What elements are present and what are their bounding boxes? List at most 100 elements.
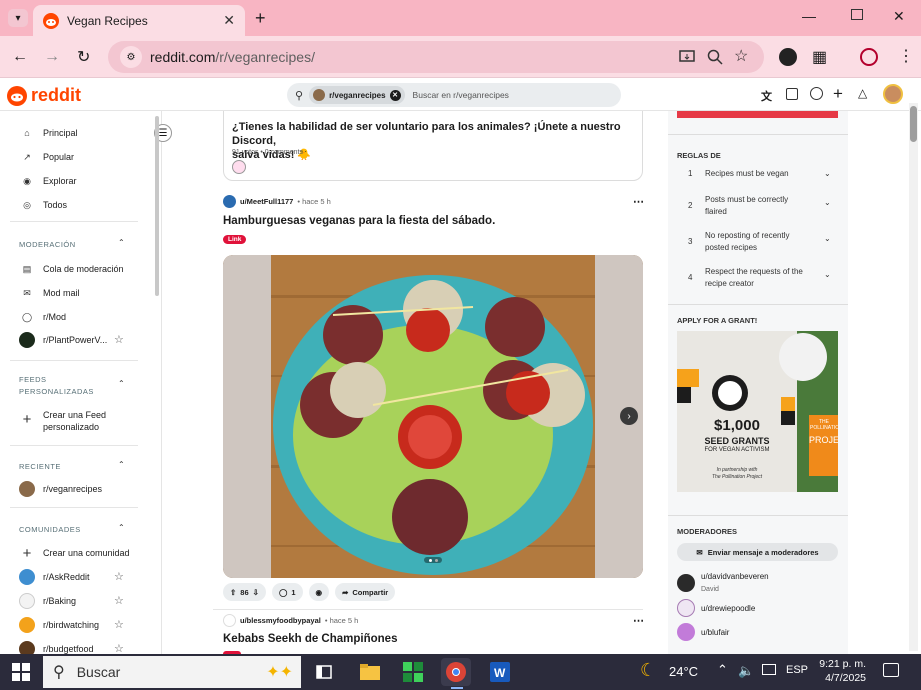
show-hidden-icons-chevron[interactable]: ⌃ xyxy=(717,662,728,678)
close-tab-icon[interactable]: ✕ xyxy=(223,12,235,29)
chevron-up-icon[interactable]: ⌃ xyxy=(118,523,125,532)
weather-temperature[interactable]: 24°C xyxy=(669,664,698,679)
browser-tab[interactable]: Vegan Recipes ✕ xyxy=(33,5,245,36)
rule-item-3[interactable]: 3 No reposting of recently posted recipes ⌄ xyxy=(688,230,838,254)
share-button[interactable]: ➦ Compartir xyxy=(335,583,396,601)
rule-item-1[interactable]: 1 Recipes must be vegan ⌄ xyxy=(688,169,838,178)
mod-tools-icon[interactable] xyxy=(786,88,798,100)
pinned-post-card[interactable]: ¿Tienes la habilidad de ser voluntario p… xyxy=(223,111,643,181)
chevron-down-icon[interactable]: ⌄ xyxy=(824,197,831,209)
extensions-puzzle-icon[interactable]: ▦ xyxy=(812,47,827,67)
post-title[interactable]: Hamburguesas veganas para la fiesta del … xyxy=(223,215,495,227)
sidebar-item-mod-queue[interactable]: ▤ Cola de moderación xyxy=(19,261,124,277)
moderator-item[interactable]: u/drewiepoodle xyxy=(677,599,755,617)
user-avatar[interactable] xyxy=(883,84,903,104)
award-button[interactable]: ◉ xyxy=(308,583,330,601)
store-app-icon[interactable] xyxy=(398,658,428,686)
vote-control[interactable]: ⇧ 86 ⇩ xyxy=(223,583,266,601)
notifications-icon[interactable] xyxy=(883,663,899,677)
post-flair[interactable]: Link xyxy=(223,235,247,244)
chevron-up-icon[interactable]: ⌃ xyxy=(118,460,125,469)
install-app-icon[interactable] xyxy=(678,48,696,66)
word-app-icon[interactable]: W xyxy=(485,658,515,686)
tab-list-button[interactable]: ▾ xyxy=(8,9,28,27)
menu-dots-icon[interactable]: ⋮ xyxy=(898,46,914,66)
chevron-down-icon[interactable]: ⌄ xyxy=(824,233,831,245)
back-arrow-icon[interactable]: ← xyxy=(12,48,28,66)
post-author[interactable]: u/blessmyfoodbypayal xyxy=(240,616,321,625)
favorite-star-icon[interactable]: ☆ xyxy=(114,642,124,654)
bookmark-star-icon[interactable]: ☆ xyxy=(734,46,748,66)
sidebar-item-home[interactable]: ⌂ Principal xyxy=(19,125,77,141)
volume-icon[interactable]: 🔈 xyxy=(738,663,754,679)
post-author[interactable]: u/MeetFull1177 xyxy=(240,197,293,206)
search-input[interactable]: ⚲ r/veganrecipes ✕ Buscar en r/veganreci… xyxy=(287,83,621,107)
post-options-icon[interactable]: ⋯ xyxy=(633,195,644,208)
zoom-icon[interactable] xyxy=(706,48,724,66)
restore-button[interactable] xyxy=(851,9,863,20)
close-window-button[interactable]: ✕ xyxy=(893,8,905,25)
create-community-button[interactable]: + Crear una comunidad xyxy=(19,545,130,562)
notification-bell-icon[interactable]: △ xyxy=(858,86,867,100)
network-icon[interactable] xyxy=(762,664,776,675)
weather-moon-icon[interactable]: ☾ xyxy=(640,660,656,681)
comments-button[interactable]: ◯ 1 xyxy=(271,583,303,601)
create-post-icon[interactable]: + xyxy=(833,84,843,104)
favorite-star-icon[interactable]: ☆ xyxy=(114,618,124,631)
new-tab-button[interactable]: + xyxy=(255,8,266,29)
moderator-item[interactable]: u/blufair xyxy=(677,623,729,641)
sidebar-item-rmod[interactable]: ◯ r/Mod xyxy=(19,309,66,325)
sidebar-item-askreddit[interactable]: r/AskReddit xyxy=(19,569,90,585)
sidebar-scrollbar[interactable] xyxy=(155,116,159,296)
page-scrollbar-track[interactable] xyxy=(909,103,918,651)
forward-arrow-icon[interactable]: → xyxy=(44,48,60,66)
favorite-star-icon[interactable]: ☆ xyxy=(114,570,124,583)
join-banner-button[interactable] xyxy=(677,111,838,118)
address-bar[interactable]: ⚙ reddit.com/r/veganrecipes/ xyxy=(108,41,764,73)
windows-start-icon[interactable] xyxy=(12,663,30,681)
chat-icon[interactable] xyxy=(810,87,823,100)
chevron-up-icon[interactable]: ⌃ xyxy=(118,238,125,247)
reload-icon[interactable]: ↻ xyxy=(77,47,90,67)
reddit-logo[interactable]: reddit xyxy=(7,85,81,106)
site-info-icon[interactable]: ⚙ xyxy=(120,46,142,68)
community-search-chip[interactable]: r/veganrecipes ✕ xyxy=(309,86,405,104)
taskbar-search-input[interactable]: ⚲ Buscar ✦✦ xyxy=(43,656,301,688)
sidebar-item-baking[interactable]: r/Baking xyxy=(19,593,76,609)
moderator-item[interactable]: u/davidvanbeveren David xyxy=(677,570,769,595)
favorite-star-icon[interactable]: ☆ xyxy=(114,333,124,346)
file-explorer-icon[interactable] xyxy=(355,658,385,686)
favorite-star-icon[interactable]: ☆ xyxy=(114,594,124,607)
minimize-button[interactable]: — xyxy=(802,8,816,24)
downvote-icon[interactable]: ⇩ xyxy=(253,588,259,597)
post-options-icon[interactable]: ⋯ xyxy=(633,614,644,627)
post-title[interactable]: Kebabs Seekh de Champiñones xyxy=(223,633,397,645)
sidebar-item-budgetfood[interactable]: r/budgetfood xyxy=(19,641,94,654)
sidebar-item-explore[interactable]: ◉ Explorar xyxy=(19,173,76,189)
sidebar-item-birdwatching[interactable]: r/birdwatching xyxy=(19,617,99,633)
sidebar-item-mod-mail[interactable]: ✉ Mod mail xyxy=(19,285,79,301)
rule-item-4[interactable]: 4 Respect the requests of the recipe creat… xyxy=(688,266,838,290)
chevron-up-icon[interactable]: ⌃ xyxy=(118,379,125,388)
create-feed-button[interactable]: + Crear una Feed personalizado xyxy=(19,409,106,433)
chrome-app-icon[interactable] xyxy=(441,658,471,686)
extension-icon[interactable] xyxy=(779,48,797,66)
chevron-down-icon[interactable]: ⌄ xyxy=(824,269,831,281)
profile-icon[interactable] xyxy=(860,48,878,66)
chevron-down-icon[interactable]: ⌄ xyxy=(824,169,831,178)
translate-icon[interactable]: 文 xyxy=(761,88,772,104)
message-mods-button[interactable]: ✉ Enviar mensaje a moderadores xyxy=(677,543,838,561)
page-scrollbar-thumb[interactable] xyxy=(910,106,917,142)
grant-banner[interactable]: $1,000 SEED GRANTS FOR VEGAN ACTIVISM In… xyxy=(677,331,838,492)
taskbar-clock[interactable]: 9:21 p. m. 4/7/2025 xyxy=(814,657,866,685)
rule-item-2[interactable]: 2 Posts must be correctly flaired ⌄ xyxy=(688,194,838,218)
post-image[interactable]: › xyxy=(223,255,643,578)
clear-chip-icon[interactable]: ✕ xyxy=(389,89,401,101)
next-image-chevron-icon[interactable]: › xyxy=(620,407,638,425)
sidebar-item-all[interactable]: ◎ Todos xyxy=(19,197,67,213)
sidebar-item-recent-veganrecipes[interactable]: r/veganrecipes xyxy=(19,481,102,497)
sidebar-item-plantpower[interactable]: r/PlantPowerV... xyxy=(19,332,107,348)
sidebar-item-popular[interactable]: ↗ Popular xyxy=(19,149,74,165)
input-language[interactable]: ESP xyxy=(786,664,808,676)
task-view-icon[interactable] xyxy=(309,658,339,686)
